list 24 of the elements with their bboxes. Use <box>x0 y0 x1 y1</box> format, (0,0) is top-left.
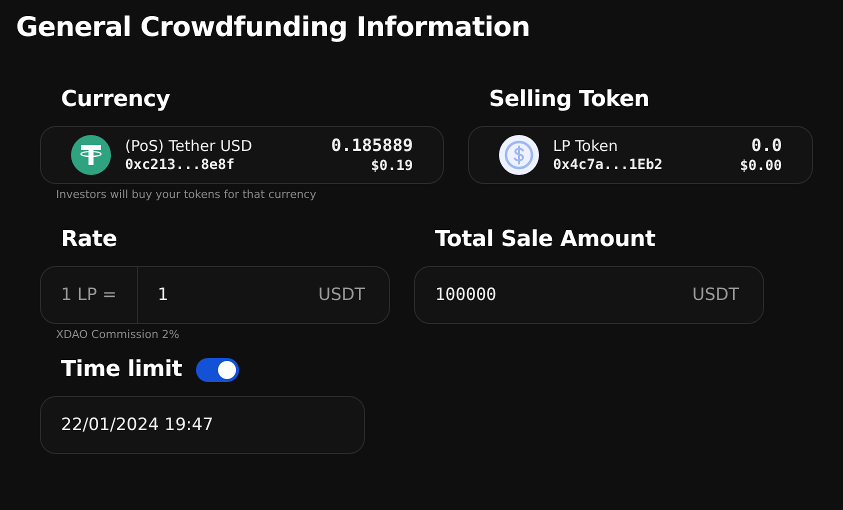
section-label: Rate <box>61 227 118 252</box>
page-title: General Crowdfunding Information <box>16 12 532 43</box>
token-selector[interactable]: (PoS) Tether USD 0xc213...8e8f 0.185889 $0.19 <box>40 126 444 184</box>
hint-text: XDAO Commission 2% <box>56 328 180 341</box>
dollar-coin-icon <box>499 135 539 175</box>
token-value: $0.19 <box>370 158 413 174</box>
rate-field[interactable]: 1 LP = 1 USDT <box>40 266 390 324</box>
total-sale-field[interactable]: 100000 USDT <box>414 266 764 324</box>
token-address: 0xc213...8e8f <box>125 157 236 173</box>
token-name: (PoS) Tether USD <box>125 137 254 155</box>
section-label: Total Sale Amount <box>435 227 656 252</box>
hint-text: Investors will buy your tokens for that currency <box>56 188 318 201</box>
section-label: Selling Token <box>489 87 650 112</box>
toggle-switch[interactable] <box>196 358 240 382</box>
section-label: Currency <box>61 87 170 112</box>
section-label: Time limit <box>61 357 182 382</box>
token-value: $0.00 <box>740 158 782 174</box>
token-balance: 0.0 <box>751 136 782 156</box>
token-address: 0x4c7a...1Eb2 <box>553 157 664 173</box>
token-name: LP Token <box>553 137 619 155</box>
token-balance: 0.185889 <box>331 136 413 156</box>
tether-logo-icon <box>71 135 111 175</box>
date-field[interactable]: 22/01/2024 19:47 <box>40 396 365 454</box>
token-selector[interactable]: LP Token 0x4c7a...1Eb2 0.0 $0.00 <box>468 126 813 184</box>
